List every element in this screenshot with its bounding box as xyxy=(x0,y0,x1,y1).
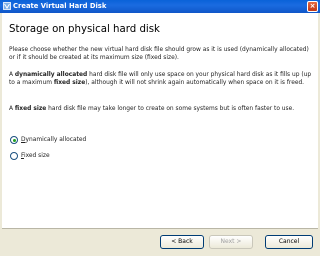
back-button[interactable]: < Back xyxy=(160,235,204,249)
virtualbox-icon xyxy=(3,2,11,10)
button-bar: < Back Next > Cancel xyxy=(0,229,320,256)
option-label: Dynamically allocated xyxy=(21,137,87,143)
wizard-page: Storage on physical hard disk Please cho… xyxy=(2,13,318,229)
option-fixed-size[interactable]: Fixed size xyxy=(10,152,50,160)
cancel-button[interactable]: Cancel xyxy=(265,235,313,249)
intro-paragraph: Please choose whether the new virtual ha… xyxy=(9,47,309,62)
close-button[interactable]: × xyxy=(307,1,318,12)
title-bar[interactable]: Create Virtual Hard Disk × xyxy=(0,0,320,13)
create-virtual-hard-disk-dialog: Create Virtual Hard Disk × Storage on ph… xyxy=(0,0,320,256)
option-label: Fixed size xyxy=(21,153,50,159)
next-button[interactable]: Next > xyxy=(209,235,253,249)
page-title: Storage on physical hard disk xyxy=(9,24,160,35)
radio-selected-icon[interactable] xyxy=(10,136,18,144)
dynamic-description: A dynamically allocated hard disk file w… xyxy=(9,72,312,87)
fixed-description: A fixed size hard disk file may take lon… xyxy=(9,106,295,112)
radio-unselected-icon[interactable] xyxy=(10,152,18,160)
window-title: Create Virtual Hard Disk xyxy=(13,2,107,10)
option-dynamically-allocated[interactable]: Dynamically allocated xyxy=(10,136,86,144)
